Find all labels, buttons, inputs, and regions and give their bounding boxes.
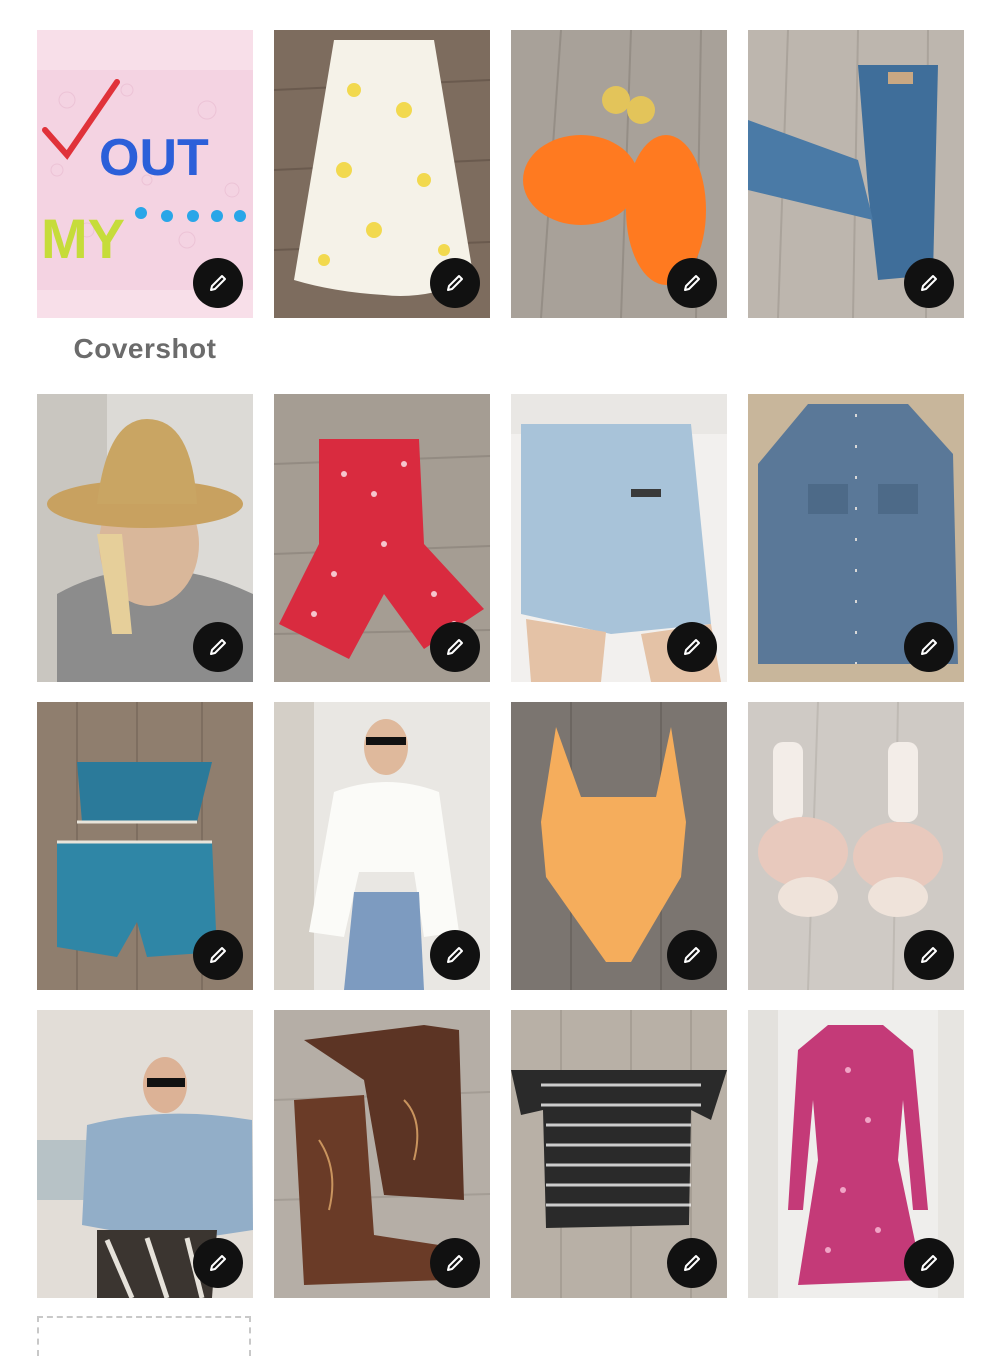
pencil-icon [921, 275, 937, 291]
pencil-icon [210, 275, 226, 291]
edit-photo-button[interactable] [193, 1238, 243, 1288]
pencil-icon [684, 1255, 700, 1271]
pencil-icon [921, 639, 937, 655]
photo-tile[interactable] [511, 1010, 727, 1298]
pencil-icon [684, 275, 700, 291]
edit-photo-button[interactable] [430, 930, 480, 980]
photo-tile[interactable] [37, 394, 253, 682]
edit-photo-button[interactable] [667, 930, 717, 980]
edit-photo-button[interactable] [904, 622, 954, 672]
edit-photo-button[interactable] [193, 622, 243, 672]
pencil-icon [447, 639, 463, 655]
edit-photo-button[interactable] [193, 930, 243, 980]
edit-photo-button[interactable] [904, 1238, 954, 1288]
photo-tile[interactable] [748, 30, 964, 318]
photo-tile[interactable] [511, 30, 727, 318]
edit-photo-button[interactable] [430, 258, 480, 308]
pencil-icon [684, 639, 700, 655]
edit-photo-button[interactable] [667, 622, 717, 672]
photo-tile[interactable] [511, 394, 727, 682]
photo-tile[interactable] [748, 394, 964, 682]
pencil-icon [921, 1255, 937, 1271]
covershot-label: Covershot [73, 333, 217, 364]
photo-tile-cover[interactable]: OUT MY [37, 30, 253, 318]
add-photo-slot[interactable] [37, 1316, 251, 1356]
photo-tile[interactable] [274, 394, 490, 682]
svg-text:MY: MY [41, 207, 125, 270]
edit-photo-button[interactable] [904, 930, 954, 980]
edit-photo-button[interactable] [430, 622, 480, 672]
photo-tile[interactable] [37, 1010, 253, 1298]
edit-photo-button[interactable] [430, 1238, 480, 1288]
edit-photo-button[interactable] [667, 1238, 717, 1288]
photo-tile[interactable] [748, 1010, 964, 1298]
svg-text:OUT: OUT [99, 129, 209, 187]
pencil-icon [210, 639, 226, 655]
edit-photo-button[interactable] [193, 258, 243, 308]
photo-tile[interactable] [274, 1010, 490, 1298]
pencil-icon [447, 947, 463, 963]
edit-photo-button[interactable] [667, 258, 717, 308]
pencil-icon [684, 947, 700, 963]
photo-tile[interactable] [37, 702, 253, 990]
photo-tile[interactable] [274, 702, 490, 990]
pencil-icon [210, 1255, 226, 1271]
photo-tile[interactable] [748, 702, 964, 990]
pencil-icon [921, 947, 937, 963]
pencil-icon [447, 275, 463, 291]
photo-tile[interactable] [274, 30, 490, 318]
edit-photo-button[interactable] [904, 258, 954, 308]
pencil-icon [210, 947, 226, 963]
pencil-icon [447, 1255, 463, 1271]
photo-tile[interactable] [511, 702, 727, 990]
